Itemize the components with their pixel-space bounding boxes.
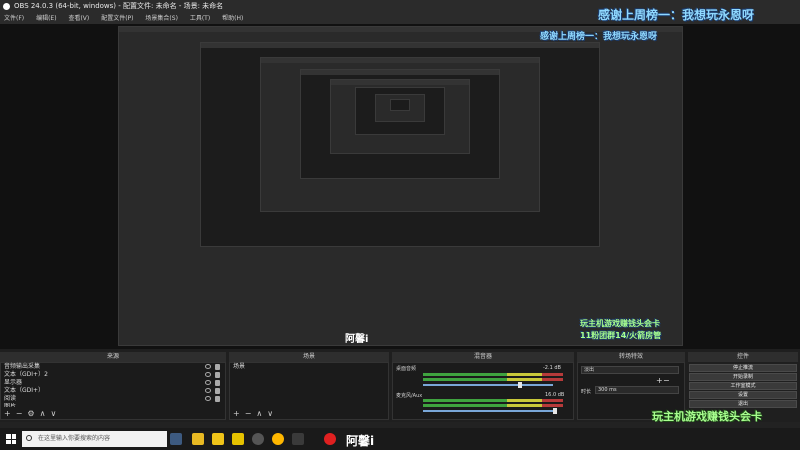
move-down-icon[interactable]: ∨	[50, 409, 56, 418]
source-label: 阅读	[4, 395, 17, 402]
lock-icon[interactable]	[215, 388, 220, 394]
lock-icon[interactable]	[215, 372, 220, 378]
scenes-toolbar: + − ∧ ∨	[230, 409, 388, 419]
taskview-icon[interactable]	[170, 433, 182, 445]
add-source-button[interactable]: +	[4, 409, 11, 418]
scene-label: 场景	[233, 363, 246, 370]
windows-taskbar: 在这里输入你要搜索的内容 阿馨i	[0, 428, 800, 450]
overlay-thanks-text-nested: 感谢上周榜一：我想玩永恩呀	[540, 32, 658, 42]
lock-icon[interactable]	[215, 396, 220, 402]
overlay-brand: 阿馨i	[346, 434, 375, 448]
audio-meter	[423, 378, 563, 381]
app-icon[interactable]	[272, 433, 284, 445]
menu-tools[interactable]: 工具(T)	[190, 13, 210, 24]
duration-label: 时长	[581, 389, 592, 395]
volume-slider-knob[interactable]	[518, 382, 522, 388]
nested-capture-8	[390, 99, 410, 111]
exit-button[interactable]: 退出	[689, 400, 797, 408]
windows-start-icon[interactable]	[6, 434, 16, 444]
mixer-channel-desktop-label: 桌面音频	[396, 366, 417, 372]
remove-scene-button[interactable]: −	[245, 409, 252, 418]
obs-taskbar-icon[interactable]	[252, 433, 264, 445]
volume-slider-knob[interactable]	[553, 408, 557, 414]
preview-canvas[interactable]: 感谢上周榜一：我想玩永恩呀 感谢上周榜一：我想玩永恩呀 玩主机游戏赚钱头会卡 1…	[0, 8, 800, 349]
mixer-channel-mic-label: 麦克风/Aux	[396, 393, 423, 399]
eye-icon[interactable]	[205, 388, 211, 393]
audio-meter	[423, 373, 563, 376]
duration-input[interactable]: 300 ms	[595, 386, 679, 394]
sources-toolbar: + − ⚙ ∧ ∨	[1, 409, 225, 419]
lock-icon[interactable]	[215, 364, 220, 370]
source-settings-icon[interactable]: ⚙	[27, 409, 34, 418]
controls-dock-title: 控件	[688, 352, 798, 362]
scenes-dock-title: 场景	[229, 352, 389, 362]
menu-profile[interactable]: 配置文件(P)	[101, 13, 133, 24]
source-label: 图片	[4, 403, 17, 407]
source-label: 文本（GDI+）2	[4, 371, 48, 378]
overlay-thanks-text: 感谢上周榜一：我想玩永恩呀	[598, 8, 755, 22]
source-item[interactable]: 文本（GDI+）	[1, 387, 225, 395]
menu-scene-collection[interactable]: 场景集合(S)	[145, 13, 178, 24]
app-icon[interactable]	[192, 433, 204, 445]
audio-meter	[423, 399, 563, 402]
obs-logo-icon	[3, 3, 10, 10]
eye-icon[interactable]	[205, 396, 211, 401]
eye-icon[interactable]	[205, 380, 211, 385]
source-item[interactable]: 音频输出采集	[1, 363, 225, 371]
settings-button[interactable]: 设置	[689, 391, 797, 399]
source-label: 音频输出采集	[4, 363, 41, 370]
move-up-icon[interactable]: ∧	[256, 409, 262, 418]
stop-streaming-button[interactable]: 停止推流	[689, 364, 797, 372]
remove-source-button[interactable]: −	[16, 409, 23, 418]
eye-icon[interactable]	[205, 364, 211, 369]
add-transition-button[interactable]: +	[656, 376, 663, 385]
start-recording-button[interactable]: 开始录制	[689, 373, 797, 381]
source-item[interactable]: 文本（GDI+）2	[1, 371, 225, 379]
volume-slider[interactable]	[423, 384, 553, 386]
menu-file[interactable]: 文件(F)	[4, 13, 24, 24]
window-title: OBS 24.0.3 (64-bit, windows) - 配置文件: 未命名…	[14, 2, 224, 10]
source-item[interactable]: 阅读	[1, 395, 225, 403]
scene-item[interactable]: 场景	[230, 363, 388, 371]
mixer-dock: 桌面音频 -2.1 dB 麦克风/Aux 16.0 dB	[392, 362, 574, 420]
overlay-ad-line2-nested: 11粉团群14/火箭房管	[580, 331, 662, 340]
app-icon[interactable]	[212, 433, 224, 445]
brand-logo-icon	[324, 433, 336, 445]
add-scene-button[interactable]: +	[233, 409, 240, 418]
taskbar-search-input[interactable]: 在这里输入你要搜索的内容	[22, 431, 167, 447]
mixer-desktop-db: -2.1 dB	[543, 365, 561, 371]
sources-dock: 音频输出采集 文本（GDI+）2 显示器 文本（GDI+） 阅读 图片 + − ⚙ ∧…	[0, 362, 226, 420]
transition-select[interactable]: 淡出	[581, 366, 679, 374]
lock-icon[interactable]	[215, 380, 220, 386]
app-icon[interactable]	[292, 433, 304, 445]
sources-dock-title: 来源	[0, 352, 226, 362]
audio-meter	[423, 404, 563, 407]
source-label: 显示器	[4, 379, 23, 386]
menu-help[interactable]: 帮助(H)	[222, 13, 243, 24]
move-up-icon[interactable]: ∧	[40, 409, 46, 418]
app-icon[interactable]	[232, 433, 244, 445]
overlay-brand-nested: 阿馨i	[345, 334, 369, 345]
mixer-dock-title: 混音器	[392, 352, 574, 362]
remove-transition-button[interactable]: −	[663, 376, 670, 385]
overlay-ad-line1-nested: 玩主机游戏赚钱头会卡	[580, 319, 660, 328]
mixer-mic-db: 16.0 dB	[545, 392, 565, 398]
source-label: 文本（GDI+）	[4, 387, 45, 394]
transitions-dock-title: 转场特效	[577, 352, 685, 362]
source-item[interactable]: 图片	[1, 403, 225, 407]
search-icon	[26, 435, 32, 441]
eye-icon[interactable]	[205, 372, 211, 377]
scenes-dock: 场景 + − ∧ ∨	[229, 362, 389, 420]
move-down-icon[interactable]: ∨	[267, 409, 273, 418]
search-placeholder: 在这里输入你要搜索的内容	[38, 435, 111, 442]
studio-mode-button[interactable]: 工作室模式	[689, 382, 797, 390]
source-item[interactable]: 显示器	[1, 379, 225, 387]
menu-view[interactable]: 查看(V)	[68, 13, 89, 24]
volume-slider[interactable]	[423, 410, 553, 412]
menu-edit[interactable]: 编辑(E)	[36, 13, 56, 24]
